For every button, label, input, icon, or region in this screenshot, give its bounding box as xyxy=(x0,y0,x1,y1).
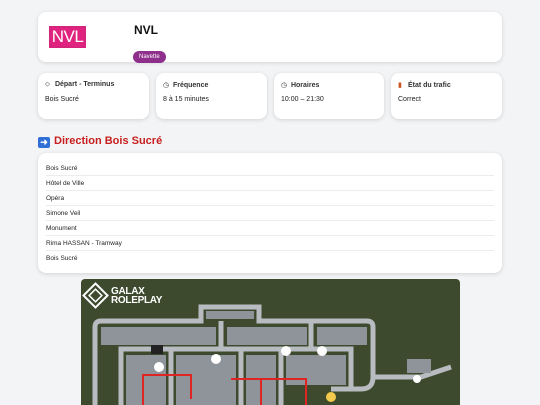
list-item: Hôtel de Ville xyxy=(46,176,494,191)
info-card-hours: ◷ Horaires 10:00 – 21:30 xyxy=(274,73,384,119)
list-item: Rima HASSAN - Tramway xyxy=(46,236,494,251)
info-card-title: État du trafic xyxy=(407,82,451,89)
route-map[interactable]: GALAX ROLEPLAY xyxy=(81,279,460,405)
galax-logo-icon xyxy=(82,282,109,309)
stops-list: Bois Sucré Hôtel de Ville Opéra Simone V… xyxy=(38,153,502,273)
clock-icon: ◷ xyxy=(163,82,170,89)
line-name: NVL xyxy=(134,23,158,37)
info-card-value: Correct xyxy=(398,96,421,103)
traffic-light-icon: ▮ xyxy=(398,82,402,89)
list-item: Bois Sucré xyxy=(46,161,494,176)
info-card-title: Départ - Terminus xyxy=(54,81,115,88)
clock-icon: ◷ xyxy=(281,82,288,89)
info-card-title: Fréquence xyxy=(172,82,209,89)
list-item: Bois Sucré xyxy=(46,255,78,262)
info-card-terminus: ⬦ Départ - Terminus Bois Sucré xyxy=(38,73,149,119)
direction-title-text: Direction Bois Sucré xyxy=(54,135,163,147)
info-card-value: 8 à 15 minutes xyxy=(163,96,209,103)
info-card-traffic: ▮ État du trafic Correct xyxy=(391,73,502,119)
map-brand: GALAX ROLEPLAY xyxy=(111,287,163,306)
line-logo: NVL xyxy=(49,26,86,48)
info-card-title: Horaires xyxy=(290,82,320,89)
map-brand-line2: ROLEPLAY xyxy=(111,295,163,306)
signpost-icon: ⬦ xyxy=(45,81,50,88)
direction-title: ➜ Direction Bois Sucré xyxy=(38,135,162,148)
info-card-frequency: ◷ Fréquence 8 à 15 minutes xyxy=(156,73,267,119)
info-card-value: Bois Sucré xyxy=(45,96,79,103)
line-header-card: NVL NVL Navette xyxy=(38,12,502,63)
list-item: Monument xyxy=(46,221,494,236)
line-type-badge: Navette xyxy=(133,51,166,63)
list-item: Opéra xyxy=(46,191,494,206)
list-item: Simone Veil xyxy=(46,206,494,221)
arrow-right-icon: ➜ xyxy=(38,137,50,148)
info-card-value: 10:00 – 21:30 xyxy=(281,96,324,103)
city-blocks xyxy=(101,311,431,405)
